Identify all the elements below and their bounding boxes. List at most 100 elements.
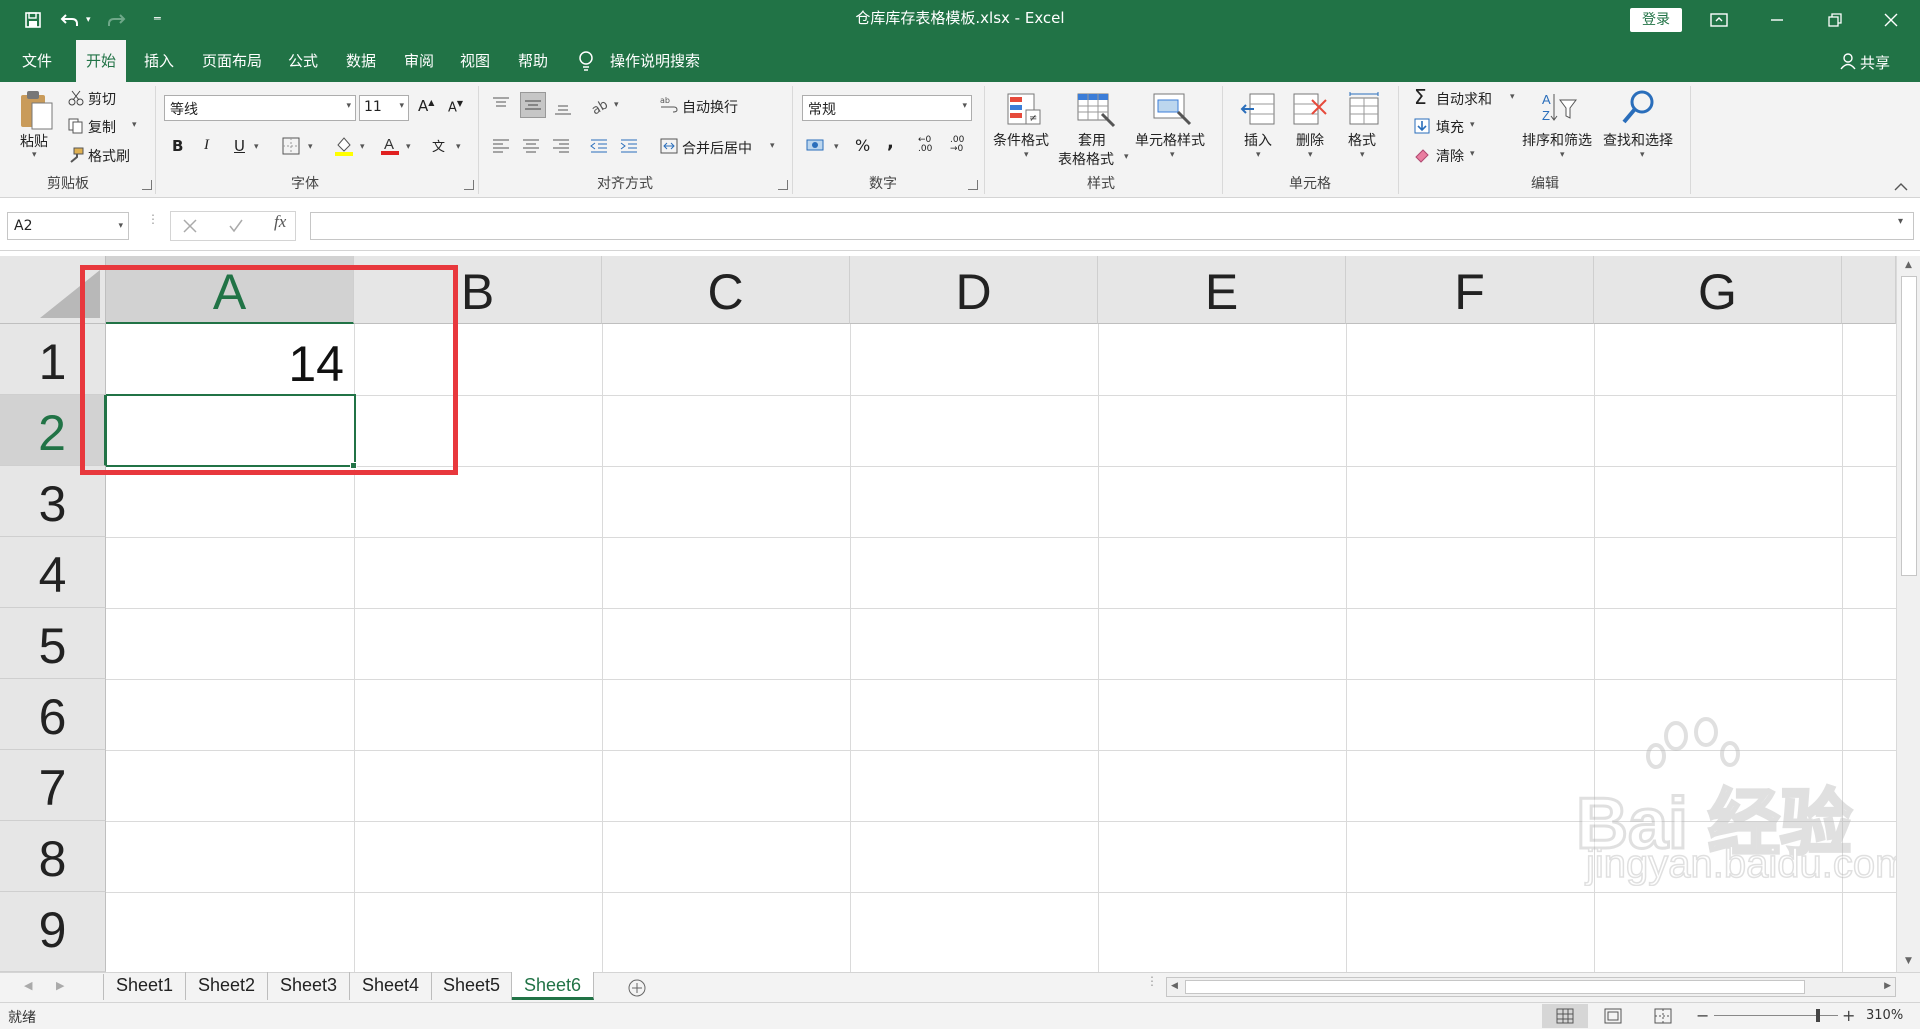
vertical-scrollbar[interactable]: ▲ ▼: [1896, 256, 1920, 972]
scroll-right-icon[interactable]: ▶: [1884, 981, 1891, 991]
font-size-combobox[interactable]: 11 ▾: [359, 95, 409, 121]
clear-button[interactable]: 清除: [1436, 146, 1464, 166]
font-launcher-icon[interactable]: [464, 180, 474, 190]
row-header-8[interactable]: 8: [0, 821, 106, 892]
conditional-formatting-icon[interactable]: ≠: [1006, 92, 1044, 132]
column-header-f[interactable]: F: [1346, 256, 1594, 324]
insert-cells-button[interactable]: 插入: [1244, 130, 1272, 150]
font-name-combobox[interactable]: 等线 ▾: [164, 95, 356, 121]
horizontal-scroll-thumb[interactable]: [1185, 980, 1805, 994]
row-header-5[interactable]: 5: [0, 608, 106, 679]
undo-dropdown-icon[interactable]: ▾: [86, 15, 91, 25]
close-icon[interactable]: [1862, 0, 1920, 40]
row-header-9[interactable]: 9: [0, 892, 106, 972]
add-sheet-icon[interactable]: [627, 978, 647, 1002]
number-launcher-icon[interactable]: [968, 180, 978, 190]
delete-dropdown-icon[interactable]: ▾: [1308, 150, 1313, 160]
fill-button[interactable]: 填充: [1436, 117, 1464, 137]
increase-decimal-icon[interactable]: ←0.00: [918, 136, 932, 154]
sheet-prev-icon[interactable]: ◀: [24, 979, 32, 992]
sigma-icon[interactable]: Σ: [1414, 85, 1427, 109]
collapse-ribbon-icon[interactable]: [1894, 180, 1908, 196]
align-top-icon[interactable]: [492, 96, 510, 116]
insert-function-button[interactable]: fx: [274, 212, 286, 232]
share-button[interactable]: 共享: [1860, 52, 1890, 73]
phonetic-icon[interactable]: 文: [432, 136, 445, 155]
format-table-dropdown-icon[interactable]: ▾: [1124, 152, 1129, 162]
sheet-next-icon[interactable]: ▶: [56, 979, 64, 992]
merge-dropdown-icon[interactable]: ▾: [770, 141, 775, 151]
align-left-icon[interactable]: [492, 138, 510, 158]
eraser-icon[interactable]: [1414, 147, 1430, 167]
tell-me-search[interactable]: 操作说明搜索: [600, 40, 710, 82]
sheet-tab-4[interactable]: Sheet4: [350, 972, 432, 1000]
format-dropdown-icon[interactable]: ▾: [1360, 150, 1365, 160]
format-painter-icon[interactable]: [68, 147, 84, 167]
decrease-font-icon[interactable]: A▼: [448, 99, 463, 115]
page-break-view-icon[interactable]: [1654, 1008, 1672, 1028]
align-bottom-icon[interactable]: [554, 100, 572, 120]
row-header-6[interactable]: 6: [0, 679, 106, 750]
formula-input[interactable]: [310, 212, 1914, 240]
sort-dropdown-icon[interactable]: ▾: [1560, 150, 1565, 160]
borders-dropdown-icon[interactable]: ▾: [308, 142, 313, 152]
scroll-down-icon[interactable]: ▼: [1905, 956, 1912, 966]
tab-page-layout[interactable]: 页面布局: [192, 40, 272, 82]
save-icon[interactable]: [20, 7, 46, 33]
tab-data[interactable]: 数据: [336, 40, 386, 82]
column-header-c[interactable]: C: [602, 256, 850, 324]
sort-filter-button[interactable]: 排序和筛选: [1522, 130, 1592, 150]
cond-dropdown-icon[interactable]: ▾: [1024, 150, 1029, 160]
percent-button[interactable]: %: [855, 136, 870, 155]
insert-dropdown-icon[interactable]: ▾: [1256, 150, 1261, 160]
merge-center-icon[interactable]: [660, 137, 678, 159]
sort-filter-icon[interactable]: AZ: [1540, 90, 1580, 130]
increase-font-icon[interactable]: A▲: [418, 97, 434, 115]
autosum-button[interactable]: 自动求和: [1436, 89, 1492, 109]
column-header-d[interactable]: D: [850, 256, 1098, 324]
sheet-tab-5[interactable]: Sheet5: [432, 972, 512, 1000]
vertical-scroll-thumb[interactable]: [1901, 276, 1917, 576]
autosum-dropdown-icon[interactable]: ▾: [1510, 92, 1515, 102]
find-dropdown-icon[interactable]: ▾: [1640, 150, 1645, 160]
scroll-left-icon[interactable]: ◀: [1171, 981, 1178, 991]
alignment-launcher-icon[interactable]: [778, 180, 788, 190]
phonetic-dropdown-icon[interactable]: ▾: [456, 142, 461, 152]
orientation-dropdown-icon[interactable]: ▾: [614, 100, 619, 110]
find-select-button[interactable]: 查找和选择: [1603, 130, 1673, 150]
currency-dropdown-icon[interactable]: ▾: [834, 142, 839, 152]
sheet-tab-6[interactable]: Sheet6: [512, 972, 594, 1000]
tab-split-grip-icon[interactable]: ⋮: [1146, 975, 1158, 987]
comma-button[interactable]: ,: [887, 132, 894, 153]
font-color-icon[interactable]: A: [380, 134, 400, 160]
orientation-icon[interactable]: ab: [589, 96, 612, 118]
sheet-tab-3[interactable]: Sheet3: [268, 972, 350, 1000]
tab-file[interactable]: 文件: [12, 40, 62, 82]
fill-dropdown-icon[interactable]: ▾: [1470, 120, 1475, 130]
currency-icon[interactable]: [806, 137, 826, 159]
wrap-text-icon[interactable]: ab: [660, 95, 678, 117]
fill-color-icon[interactable]: [334, 135, 354, 161]
format-cells-icon[interactable]: [1346, 92, 1382, 130]
align-middle-icon[interactable]: [520, 92, 546, 118]
tab-insert[interactable]: 插入: [134, 40, 184, 82]
page-layout-view-icon[interactable]: [1604, 1008, 1622, 1028]
bold-button[interactable]: B: [172, 137, 183, 155]
cut-button[interactable]: 剪切: [88, 89, 116, 109]
format-as-table-icon[interactable]: [1076, 92, 1116, 132]
paste-icon[interactable]: [14, 88, 58, 132]
format-table-line2[interactable]: 表格格式: [1058, 149, 1114, 169]
row-header-7[interactable]: 7: [0, 750, 106, 821]
conditional-formatting-button[interactable]: 条件格式: [993, 130, 1049, 150]
fill-color-dropdown-icon[interactable]: ▾: [360, 142, 365, 152]
login-button[interactable]: 登录: [1630, 8, 1682, 32]
cell-styles-button[interactable]: 单元格样式: [1135, 130, 1205, 150]
delete-cells-button[interactable]: 删除: [1296, 130, 1324, 150]
column-header-g[interactable]: G: [1594, 256, 1842, 324]
paste-dropdown-icon[interactable]: ▾: [32, 150, 37, 160]
decrease-decimal-icon[interactable]: .00 →0: [950, 136, 964, 154]
name-box[interactable]: A2 ▾: [7, 212, 129, 240]
delete-cells-icon[interactable]: [1292, 92, 1328, 130]
wrap-text-button[interactable]: 自动换行: [682, 97, 738, 117]
underline-dropdown-icon[interactable]: ▾: [254, 142, 259, 152]
